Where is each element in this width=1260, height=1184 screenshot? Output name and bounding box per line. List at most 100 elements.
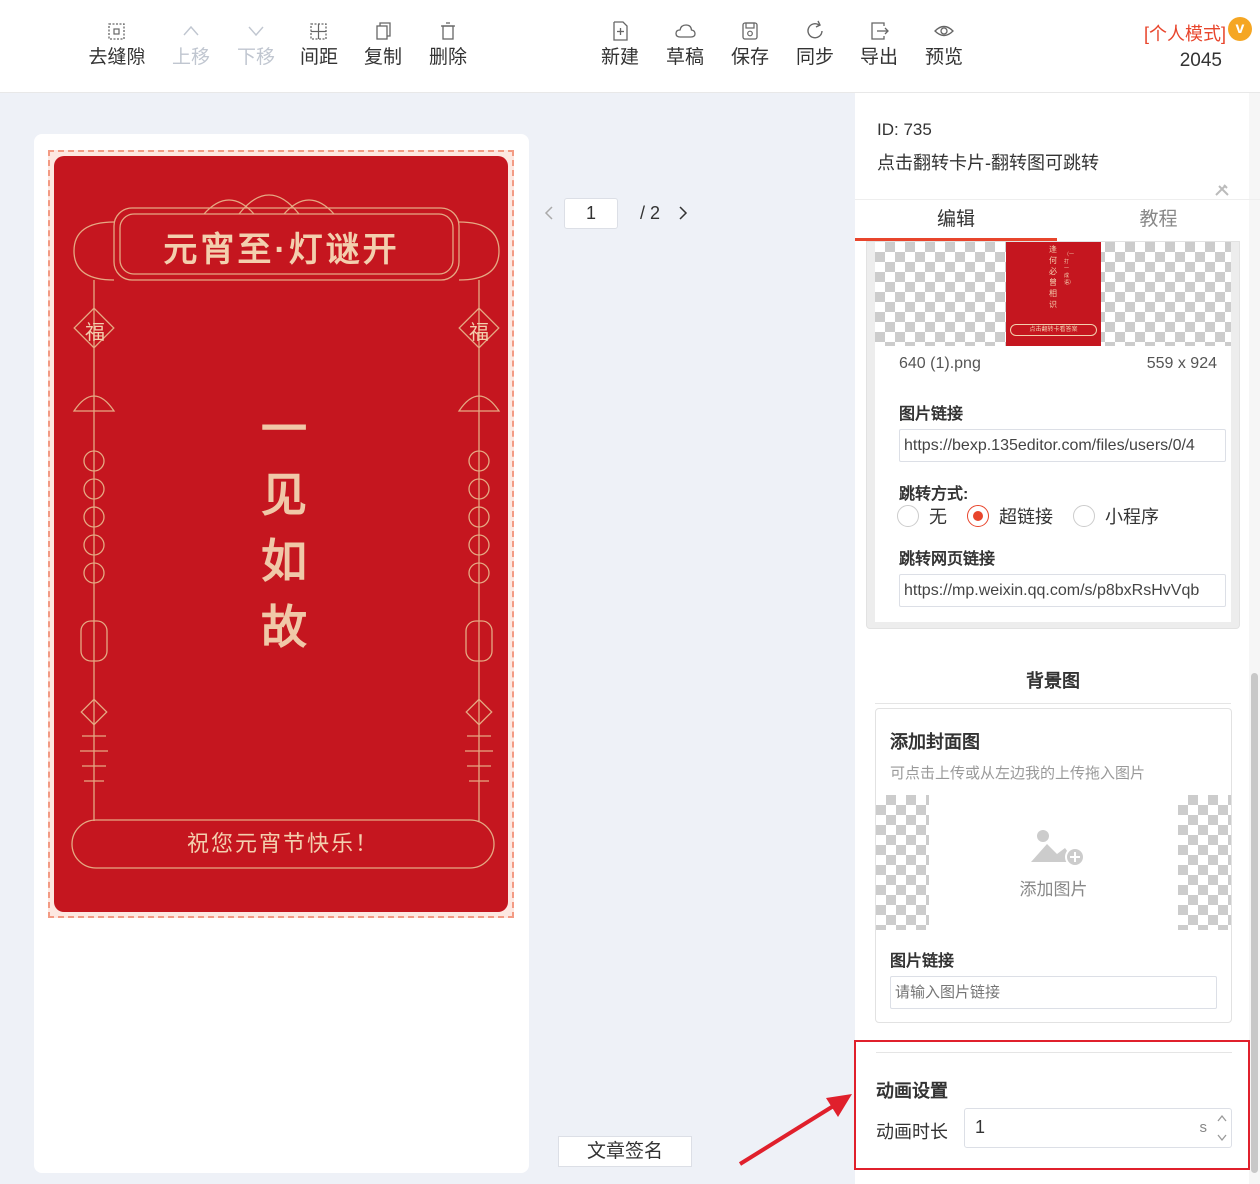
new-button[interactable]: 新建 — [585, 18, 655, 70]
vip-badge: v — [1228, 17, 1252, 41]
chevron-right-icon — [679, 206, 688, 220]
remove-gap-label: 去缝隙 — [88, 47, 146, 68]
remove-gap-button[interactable]: 去缝隙 — [82, 18, 152, 70]
new-label: 新建 — [600, 47, 639, 68]
spacing-button[interactable]: 间距 — [284, 18, 354, 70]
save-label: 保存 — [730, 47, 769, 68]
move-up-button[interactable]: 上移 — [156, 18, 226, 70]
animation-settings-section: 动画设置 动画时长 1 s — [854, 1040, 1250, 1170]
selected-card-component[interactable]: 元宵至·灯谜开 福 福 一见如故 祝您元宵节快乐！ — [48, 150, 514, 918]
spacing-icon — [308, 18, 330, 44]
new-file-icon — [609, 18, 631, 44]
thumbnail-subtext: （一打一成语） — [1064, 252, 1075, 286]
eye-icon — [933, 18, 955, 44]
trash-icon — [437, 18, 459, 44]
jump-none-radio[interactable]: 无 — [897, 503, 947, 529]
poster-title: 元宵至·灯谜开 — [163, 231, 400, 269]
jump-miniprogram-radio[interactable]: 小程序 — [1073, 503, 1159, 529]
page-pager: / 2 — [540, 197, 692, 229]
sync-label: 同步 — [795, 47, 834, 68]
background-section-title: 背景图 — [875, 667, 1231, 704]
radio-label: 无 — [929, 507, 947, 527]
jump-mode-label: 跳转方式: — [899, 486, 969, 503]
animation-duration-value[interactable]: 1 — [975, 1117, 985, 1138]
save-button[interactable]: 保存 — [715, 18, 785, 70]
copy-icon — [372, 18, 394, 44]
export-button[interactable]: 导出 — [844, 18, 914, 70]
tab-edit[interactable]: 编辑 — [855, 200, 1057, 240]
radio-label: 超链接 — [999, 507, 1053, 527]
personal-mode-link[interactable]: [个人模式] — [1144, 20, 1226, 46]
checker-left — [876, 795, 929, 930]
copy-label: 复制 — [363, 47, 402, 68]
save-icon — [739, 18, 761, 44]
chevron-up-icon — [180, 18, 202, 44]
stepper-icon[interactable] — [1215, 1111, 1229, 1145]
preview-button[interactable]: 预览 — [909, 18, 979, 70]
jump-mode-radios: 无 超链接 小程序 — [897, 503, 1179, 529]
divider — [876, 1052, 1232, 1053]
cover-drop-zone[interactable]: 添加图片 — [876, 795, 1231, 930]
panel-tabs: 编辑 教程 — [855, 199, 1260, 241]
tools-icon[interactable] — [1213, 183, 1231, 197]
image-dimensions: 559 x 924 — [1146, 355, 1217, 372]
cloud-icon — [674, 18, 696, 44]
web-link-label: 跳转网页链接 — [899, 551, 996, 568]
fortune-char-right: 福 — [469, 322, 489, 344]
image-preview[interactable]: 逢何必曾相识 （一打一成语） 点击翻转卡看答案 — [875, 242, 1231, 346]
export-label: 导出 — [859, 47, 898, 68]
jump-hyperlink-radio[interactable]: 超链接 — [967, 503, 1053, 529]
delete-button[interactable]: 删除 — [413, 18, 483, 70]
page-number-input[interactable] — [564, 197, 618, 229]
panel-scrollbar-thumb[interactable] — [1251, 673, 1258, 1173]
poster-footer: 祝您元宵节快乐！ — [186, 831, 379, 856]
add-image-label: 添加图片 — [1019, 880, 1088, 899]
article-signature-button[interactable]: 文章签名 — [558, 1136, 692, 1167]
move-down-label: 下移 — [236, 47, 275, 68]
component-name: 点击翻转卡片-翻转图可跳转 — [877, 153, 1099, 173]
poster: 元宵至·灯谜开 福 福 一见如故 祝您元宵节快乐！ — [54, 156, 508, 912]
radio-label: 小程序 — [1105, 507, 1159, 527]
animation-duration-input[interactable]: 1 s — [964, 1108, 1232, 1148]
draft-label: 草稿 — [665, 47, 704, 68]
page-total: / 2 — [640, 202, 661, 223]
next-page-button[interactable] — [674, 204, 692, 222]
tab-tutorial[interactable]: 教程 — [1057, 200, 1260, 240]
move-up-label: 上移 — [171, 47, 210, 68]
delete-label: 删除 — [428, 47, 467, 68]
animation-settings-title: 动画设置 — [876, 1081, 948, 1101]
draft-button[interactable]: 草稿 — [650, 18, 720, 70]
thumbnail-text: 逢何必曾相识 — [1049, 245, 1057, 309]
add-image-button[interactable]: 添加图片 — [929, 795, 1178, 930]
sync-button[interactable]: 同步 — [780, 18, 850, 70]
user-count: 2045 — [1179, 50, 1222, 71]
prev-page-button[interactable] — [540, 204, 558, 222]
checker-right — [1178, 795, 1231, 930]
copy-button[interactable]: 复制 — [348, 18, 418, 70]
animation-duration-label: 动画时长 — [876, 1122, 948, 1142]
cover-link-input[interactable] — [890, 976, 1217, 1009]
sync-icon — [804, 18, 826, 44]
chevron-left-icon — [544, 206, 553, 220]
cover-link-label: 图片链接 — [890, 953, 955, 970]
spacing-label: 间距 — [299, 47, 338, 68]
move-down-button[interactable]: 下移 — [221, 18, 291, 70]
thumbnail-bar: 点击翻转卡看答案 — [1010, 324, 1097, 336]
image-settings-body: 逢何必曾相识 （一打一成语） 点击翻转卡看答案 640 (1).png 559 … — [875, 242, 1231, 622]
gap-icon — [106, 18, 128, 44]
cover-title: 添加封面图 — [890, 732, 980, 752]
image-filename: 640 (1).png — [899, 355, 981, 372]
web-link-input[interactable] — [899, 574, 1226, 607]
export-icon — [868, 18, 890, 44]
top-toolbar: 去缝隙 上移 下移 间距 复制 删除 新建 草稿 保存 同步 导出 预览 [个人… — [0, 0, 1260, 93]
component-id: ID: 735 — [877, 120, 932, 139]
cover-image-card: 添加封面图 可点击上传或从左边我的上传拖入图片 添加图片 图片链接 — [875, 708, 1232, 1023]
radio-dot — [1073, 505, 1095, 527]
image-link-input[interactable] — [899, 429, 1226, 462]
image-preview-thumbnail: 逢何必曾相识 （一打一成语） 点击翻转卡看答案 — [1006, 242, 1101, 346]
animation-duration-unit: s — [1199, 1119, 1208, 1136]
fortune-char-left: 福 — [85, 322, 105, 344]
cover-hint: 可点击上传或从左边我的上传拖入图片 — [890, 765, 1146, 782]
image-link-label: 图片链接 — [899, 406, 964, 423]
image-settings-card: 逢何必曾相识 （一打一成语） 点击翻转卡看答案 640 (1).png 559 … — [866, 241, 1240, 629]
